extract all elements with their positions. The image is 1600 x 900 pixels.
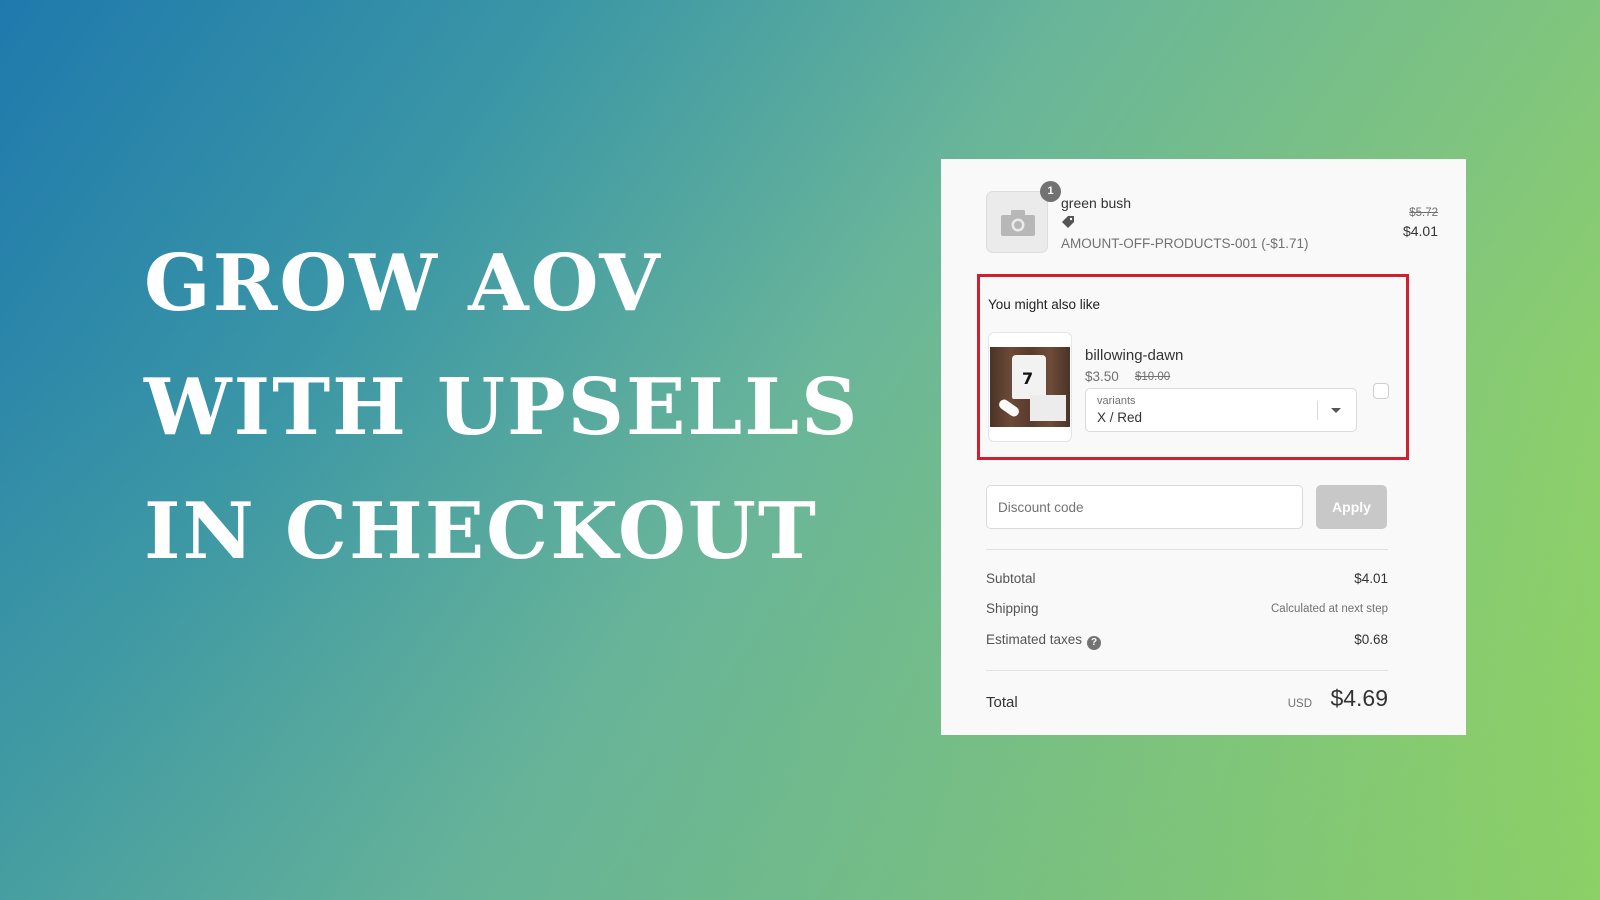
headline-line-3: IN CHECKOUT — [144, 486, 818, 577]
headline-line-2: WITH UPSELLS — [144, 362, 860, 453]
upsell-product-image[interactable]: 7 — [988, 332, 1072, 442]
upsell-price: $3.50 — [1085, 369, 1119, 384]
discount-code-input[interactable] — [986, 485, 1303, 529]
shipping-value: Calculated at next step — [1271, 603, 1388, 615]
jersey-image: 7 — [990, 347, 1070, 427]
add-upsell-checkbox[interactable] — [1373, 383, 1389, 399]
apply-discount-button[interactable]: Apply — [1316, 485, 1387, 529]
variant-value: X / Red — [1097, 410, 1143, 425]
original-price: $5.72 — [1409, 207, 1438, 219]
total-row: Total USD $4.69 — [986, 685, 1388, 715]
total-label: Total — [986, 694, 1018, 711]
upsell-compare-price: $10.00 — [1135, 371, 1171, 383]
checkout-order-summary: 1 green bush AMOUNT-OFF-PRODUCTS-001 (-$… — [941, 159, 1466, 735]
taxes-label: Estimated taxes — [986, 632, 1083, 647]
camera-icon — [1001, 210, 1035, 241]
product-name: green bush — [1061, 195, 1132, 211]
total-currency: USD — [1287, 698, 1312, 710]
divider — [986, 670, 1388, 671]
shipping-label: Shipping — [986, 601, 1039, 616]
subtotal-value: $4.01 — [1354, 571, 1388, 586]
upsell-title: You might also like — [988, 297, 1101, 312]
variant-select[interactable]: variants X / Red — [1085, 388, 1357, 432]
tag-icon — [1061, 215, 1075, 234]
headline: GROW AOV WITH UPSELLS IN CHECKOUT — [144, 222, 859, 594]
headline-line-1: GROW AOV — [144, 238, 662, 329]
variant-label: variants — [1097, 395, 1136, 407]
upsell-section: You might also like 7 billowing-dawn $3.… — [977, 274, 1409, 460]
shipping-row: Shipping Calculated at next step — [986, 601, 1388, 621]
product-thumbnail — [986, 191, 1048, 253]
subtotal-row: Subtotal $4.01 — [986, 571, 1388, 591]
taxes-row: Estimated taxes? $0.68 — [986, 632, 1388, 652]
divider — [986, 549, 1388, 550]
chevron-down-icon — [1331, 408, 1341, 413]
subtotal-label: Subtotal — [986, 571, 1036, 586]
taxes-value: $0.68 — [1354, 632, 1388, 647]
discounted-price: $4.01 — [1402, 223, 1438, 239]
applied-discount-code: AMOUNT-OFF-PRODUCTS-001 (-$1.71) — [1061, 236, 1309, 251]
upsell-product-name: billowing-dawn — [1085, 347, 1184, 364]
total-amount: $4.69 — [1330, 685, 1388, 711]
help-icon[interactable]: ? — [1087, 636, 1102, 650]
cart-line-item: 1 green bush AMOUNT-OFF-PRODUCTS-001 (-$… — [986, 181, 1438, 253]
taxes-label-group: Estimated taxes? — [986, 632, 1102, 650]
select-divider — [1317, 401, 1318, 420]
quantity-badge: 1 — [1040, 181, 1061, 202]
